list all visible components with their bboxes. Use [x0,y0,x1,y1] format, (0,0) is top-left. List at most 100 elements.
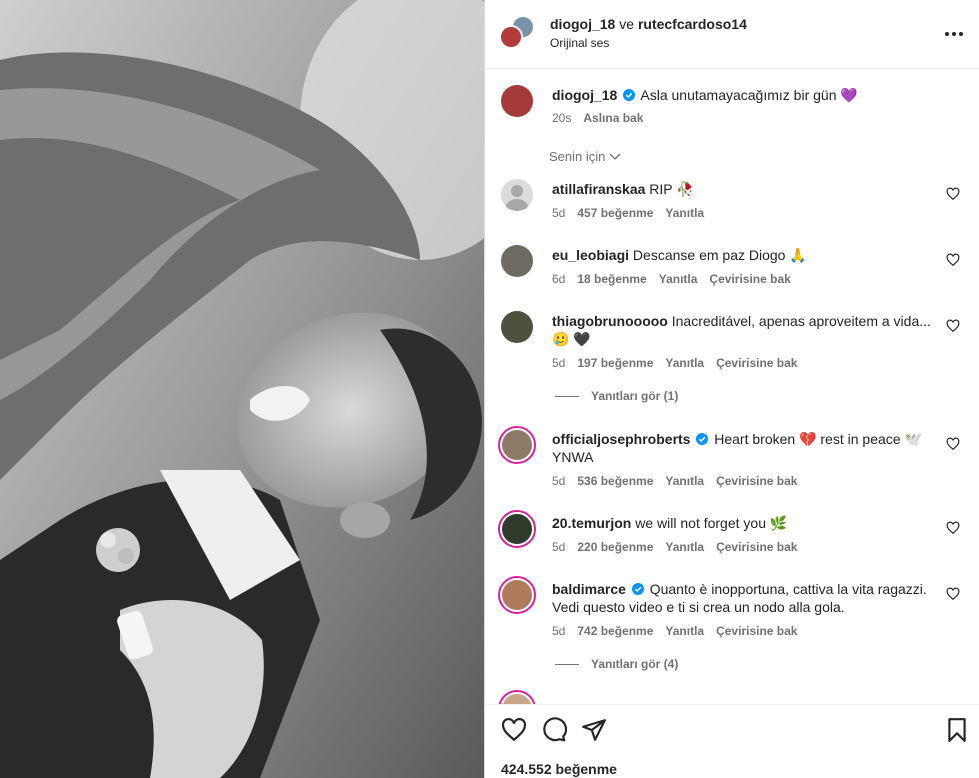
view-replies-button[interactable]: Yanıtları gör (4) [555,657,678,671]
translate-link[interactable]: Çevirisine bak [716,624,797,638]
comment-username[interactable]: atillafiranskaa [552,181,645,197]
reply-button[interactable]: Yanıtla [659,272,698,286]
comment-time[interactable]: 5d [552,474,565,488]
verified-icon [631,583,644,595]
comment-icon[interactable] [541,717,567,743]
heart-icon[interactable] [946,187,960,201]
caption-username[interactable]: diogoj_18 [552,87,617,103]
save-icon[interactable] [944,717,970,743]
translate-link[interactable]: Aslına bak [583,111,643,125]
comment-likes[interactable]: 742 beğenme [577,624,653,638]
translate-link[interactable]: Çevirisine bak [716,540,797,554]
comment-body: we will not forget you 🌿 [635,515,788,531]
avatar[interactable] [499,25,523,49]
comment-meta: 5d 457 beğenme Yanıtla [552,206,704,220]
reply-button[interactable]: Yanıtla [665,474,704,488]
comment-text: baldimarce Quanto è inopportuna, cattiva… [552,580,932,616]
sort-label: Senin için [549,149,606,164]
heart-icon[interactable] [946,319,960,333]
comment-time[interactable]: 5d [552,540,565,554]
comment-username[interactable]: officialjosephroberts [552,431,690,447]
avatar[interactable] [498,576,536,614]
comment-body: RIP 🥀 [649,181,694,197]
comment-item: baldimarce Quanto è inopportuna, cattiva… [498,576,966,641]
avatar[interactable] [501,245,533,277]
caption-body: Asla unutamayacağımız bir gün 💜 [640,87,858,103]
post-photo [0,0,484,778]
comment-text: thiagobrunooooo Inacreditável, apenas ap… [552,312,932,348]
comment-text: officialjosephroberts Heart broken 💔 res… [552,430,932,466]
verified-icon [623,89,636,101]
translate-link[interactable]: Çevirisine bak [716,356,797,370]
comment-item: eu_leobiagi Descanse em paz Diogo 🙏 6d 1… [501,245,966,289]
view-replies-label: Yanıtları gör (1) [591,389,679,403]
reply-button[interactable]: Yanıtla [665,540,704,554]
reply-button[interactable]: Yanıtla [665,356,704,370]
share-icon[interactable] [581,717,607,743]
heart-icon[interactable] [946,253,960,267]
post-panel: diogoj_18 ve rutecfcardoso14 Orijinal se… [484,0,979,778]
reply-button[interactable]: Yanıtla [665,624,704,638]
default-avatar-icon [506,185,528,211]
comment-meta: 5d 536 beğenme Yanıtla Çevirisine bak [552,474,797,488]
comment-item-partial [498,690,966,704]
post-media[interactable] [0,0,484,778]
header-user1[interactable]: diogoj_18 [550,16,615,32]
comment-username[interactable]: eu_leobiagi [552,247,629,263]
chevron-down-icon [609,153,621,160]
likes-count[interactable]: 424.552 beğenme [501,761,617,777]
comment-username[interactable]: 20.temurjon [552,515,631,531]
comment-meta: 5d 197 beğenme Yanıtla Çevirisine bak [552,356,797,370]
sort-dropdown[interactable]: Senin için [549,149,621,164]
post-header: diogoj_18 ve rutecfcardoso14 Orijinal se… [485,0,979,69]
comment-text: atillafiranskaa RIP 🥀 [552,180,932,198]
caption-text: diogoj_18 Asla unutamayacağımız bir gün … [552,86,932,104]
heart-icon[interactable] [946,521,960,535]
caption: diogoj_18 Asla unutamayacağımız bir gün … [501,85,966,129]
avatar[interactable] [501,179,533,211]
comment-meta: 6d 18 beğenme Yanıtla Çevirisine bak [552,272,791,286]
comment-time[interactable]: 5d [552,624,565,638]
caption-time[interactable]: 20s [552,111,571,125]
comment-username[interactable]: baldimarce [552,581,626,597]
comment-time[interactable]: 6d [552,272,565,286]
view-replies-label: Yanıtları gör (4) [591,657,679,671]
comment-text: eu_leobiagi Descanse em paz Diogo 🙏 [552,246,932,264]
translate-link[interactable]: Çevirisine bak [709,272,790,286]
translate-link[interactable]: Çevirisine bak [716,474,797,488]
avatar[interactable] [498,690,536,704]
caption-meta: 20s Aslına bak [552,111,643,125]
comment-username[interactable]: thiagobrunooooo [552,313,668,329]
more-icon [945,32,963,36]
comment-likes[interactable]: 457 beğenme [577,206,653,220]
avatar[interactable] [501,85,533,117]
comment-likes[interactable]: 18 beğenme [577,272,646,286]
heart-icon[interactable] [946,437,960,451]
comment-meta: 5d 742 beğenme Yanıtla Çevirisine bak [552,624,797,638]
comment-time[interactable]: 5d [552,356,565,370]
heart-icon[interactable] [946,587,960,601]
header-user2[interactable]: rutecfcardoso14 [638,16,747,32]
comment-likes[interactable]: 197 beğenme [577,356,653,370]
comment-item: atillafiranskaa RIP 🥀 5d 457 beğenme Yan… [501,179,966,223]
post-actions: 424.552 beğenme [485,704,979,778]
collab-avatars[interactable] [499,15,535,51]
more-options-button[interactable] [942,22,966,46]
comment-time[interactable]: 5d [552,206,565,220]
verified-icon [696,433,709,445]
header-conj: ve [619,16,635,32]
comment-item: 20.temurjon we will not forget you 🌿 5d … [498,510,966,557]
reply-button[interactable]: Yanıtla [665,206,704,220]
audio-label[interactable]: Orijinal ses [550,36,609,50]
avatar[interactable] [498,510,536,548]
comment-likes[interactable]: 536 beğenme [577,474,653,488]
avatar[interactable] [501,311,533,343]
divider [555,663,579,665]
avatar[interactable] [498,426,536,464]
comments-list[interactable]: diogoj_18 Asla unutamayacağımız bir gün … [485,69,979,704]
view-replies-button[interactable]: Yanıtları gör (1) [555,389,678,403]
heart-icon[interactable] [501,717,527,743]
comment-item: thiagobrunooooo Inacreditável, apenas ap… [501,311,966,373]
comment-likes[interactable]: 220 beğenme [577,540,653,554]
comment-body: Descanse em paz Diogo 🙏 [632,247,807,263]
